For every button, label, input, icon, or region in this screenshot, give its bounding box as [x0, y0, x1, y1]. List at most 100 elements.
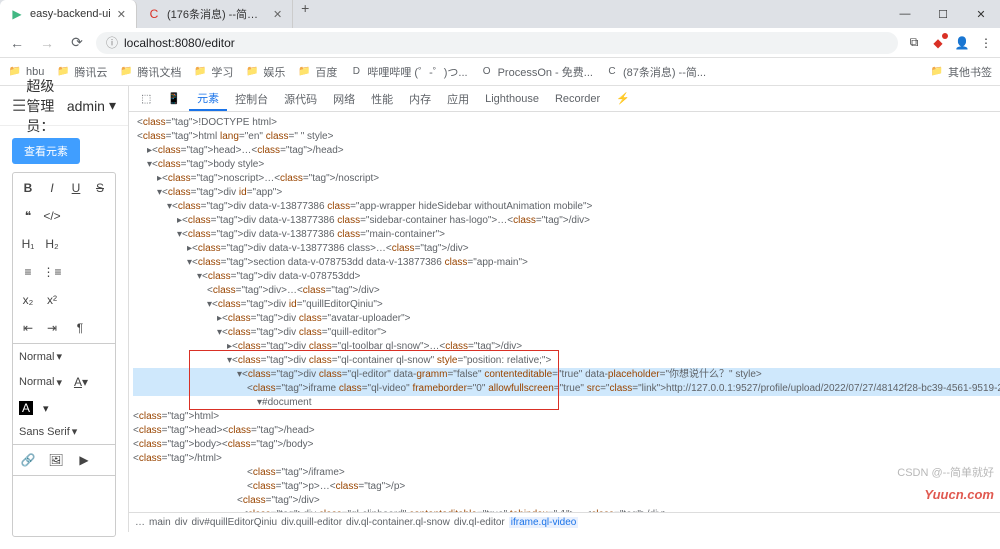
element-node[interactable]: <class="tag">head><class="tag">/head>: [133, 424, 1000, 438]
element-node[interactable]: ▾<class="tag">div class="ql-container ql…: [133, 354, 1000, 368]
tab-close-icon[interactable]: ✕: [273, 8, 282, 21]
sub-button[interactable]: x₂: [19, 291, 37, 309]
element-node[interactable]: <class="tag">html>: [133, 410, 1000, 424]
element-node[interactable]: ▾<class="tag">div data-v-13877386 class=…: [133, 228, 1000, 242]
image-button[interactable]: 🖼: [47, 451, 65, 469]
font-select[interactable]: Sans Serif ▾: [19, 425, 77, 438]
sup-button[interactable]: x²: [43, 291, 61, 309]
element-node[interactable]: ▾<class="tag">div class="ql-editor" data…: [133, 368, 1000, 382]
bookmark-item[interactable]: 📁学习: [193, 64, 233, 80]
element-node[interactable]: ▸<class="tag">div class="ql-toolbar ql-s…: [133, 340, 1000, 354]
element-node[interactable]: ▾<class="tag">div class="quill-editor">: [133, 326, 1000, 340]
close-button[interactable]: ✕: [962, 0, 1000, 28]
bookmark-item[interactable]: D哔哩哔哩 (゜-゜)つ...: [349, 64, 467, 80]
menu-icon[interactable]: ⋮: [978, 35, 994, 51]
element-node[interactable]: <class="tag">body><class="tag">/body>: [133, 438, 1000, 452]
element-node[interactable]: ▾<class="tag">div data-v-13877386 class=…: [133, 200, 1000, 214]
element-node[interactable]: ▾#document: [133, 396, 1000, 410]
devtools-tab[interactable]: 元素: [189, 86, 227, 111]
element-node[interactable]: <class="tag">/iframe>: [133, 466, 1000, 480]
crumb-item[interactable]: …: [135, 517, 145, 528]
ext-icon-1[interactable]: ⧉: [906, 35, 922, 51]
element-node[interactable]: ▾<class="tag">div id="app">: [133, 186, 1000, 200]
browser-tab[interactable]: ▶easy-backend-ui✕: [0, 0, 137, 28]
back-button[interactable]: ←: [6, 32, 28, 54]
crumb-item[interactable]: div: [175, 517, 188, 528]
bookmark-item[interactable]: 📁腾讯文档: [119, 64, 181, 80]
new-tab-button[interactable]: +: [293, 0, 317, 28]
inspect-icon[interactable]: ⬚: [133, 86, 159, 111]
elements-panel[interactable]: <class="tag">!DOCTYPE html><class="tag">…: [129, 112, 1000, 512]
h1-button[interactable]: H₁: [19, 235, 37, 253]
devtools-tab[interactable]: 控制台: [227, 86, 276, 111]
bookmark-item[interactable]: 📁其他书签: [930, 64, 992, 80]
browser-tab[interactable]: C(176条消息) --简单就好的博客..✕: [137, 0, 293, 28]
underline-button[interactable]: U: [67, 179, 85, 197]
forward-button[interactable]: →: [36, 32, 58, 54]
crumb-item[interactable]: div#quillEditorQiniu: [191, 517, 277, 528]
crumb-item[interactable]: div.ql-editor: [454, 517, 505, 528]
element-node[interactable]: <class="tag">div>…<class="tag">/div>: [133, 284, 1000, 298]
devtools-tab[interactable]: Lighthouse: [477, 86, 547, 111]
bookmark-item[interactable]: C(87条消息) --简...: [605, 64, 706, 80]
direction-button[interactable]: ¶: [71, 319, 89, 337]
indent-out-button[interactable]: ⇤: [19, 319, 37, 337]
crumb-item[interactable]: div.quill-editor: [281, 517, 342, 528]
element-node[interactable]: ▸<class="tag">noscript>…<class="tag">/no…: [133, 172, 1000, 186]
video-button[interactable]: ▶: [75, 451, 93, 469]
ext-icon-3[interactable]: 👤: [954, 35, 970, 51]
maximize-button[interactable]: ☐: [924, 0, 962, 28]
element-node[interactable]: ▾<class="tag">section data-v-078753dd da…: [133, 256, 1000, 270]
bookmark-item[interactable]: OProcessOn - 免费...: [480, 64, 593, 80]
indent-in-button[interactable]: ⇥: [43, 319, 61, 337]
url-input[interactable]: ⓘ localhost:8080/editor: [96, 32, 898, 54]
italic-button[interactable]: I: [43, 179, 61, 197]
breadcrumb[interactable]: … main div div#quillEditorQiniu div.quil…: [129, 512, 1000, 532]
element-node[interactable]: <class="tag">iframe class="ql-video" fra…: [133, 382, 1000, 396]
devtools-tab[interactable]: 应用: [439, 86, 477, 111]
devtools-tab[interactable]: 源代码: [276, 86, 325, 111]
element-node[interactable]: ▾<class="tag">div id="quillEditorQiniu">: [133, 298, 1000, 312]
view-source-button[interactable]: 查看元素: [12, 138, 80, 164]
bookmark-item[interactable]: 📁娱乐: [245, 64, 285, 80]
element-node[interactable]: ▾<class="tag">body style>: [133, 158, 1000, 172]
element-node[interactable]: ▸<class="tag">div class="avatar-uploader…: [133, 312, 1000, 326]
code-button[interactable]: </>: [43, 207, 61, 225]
element-node[interactable]: ▸<class="tag">head>…<class="tag">/head>: [133, 144, 1000, 158]
crumb-item[interactable]: div.ql-container.ql-snow: [346, 517, 450, 528]
devtools-tab[interactable]: 网络: [325, 86, 363, 111]
devtools-tab[interactable]: 性能: [363, 86, 401, 111]
element-node[interactable]: ▸<class="tag">div data-v-13877386 class=…: [133, 214, 1000, 228]
element-node[interactable]: <class="tag">!DOCTYPE html>: [133, 116, 1000, 130]
reload-button[interactable]: ⟳: [66, 32, 88, 54]
color-button[interactable]: A▾: [72, 373, 90, 391]
list-ordered-button[interactable]: ≡: [19, 263, 37, 281]
crumb-item[interactable]: main: [149, 517, 171, 528]
editor-content[interactable]: [13, 476, 115, 536]
element-node[interactable]: <class="tag">p>…<class="tag">/p>: [133, 480, 1000, 494]
ext-icon-2[interactable]: ◆: [930, 35, 946, 51]
element-node[interactable]: ▸<class="tag">div data-v-13877386 class>…: [133, 242, 1000, 256]
devtools-tab[interactable]: 内存: [401, 86, 439, 111]
devtools-tab[interactable]: Recorder: [547, 86, 608, 111]
crumb-item[interactable]: iframe.ql-video: [509, 517, 579, 528]
bg-button[interactable]: A: [19, 401, 33, 415]
size-select[interactable]: Normal ▾: [19, 350, 62, 363]
element-node[interactable]: <class="tag">/div>: [133, 494, 1000, 508]
recorder-icon[interactable]: ⚡: [608, 86, 638, 111]
h2-button[interactable]: H₂: [43, 235, 61, 253]
header-select[interactable]: Normal ▾: [19, 376, 62, 389]
minimize-button[interactable]: —: [886, 0, 924, 28]
device-icon[interactable]: 📱: [159, 86, 189, 111]
strike-button[interactable]: S: [91, 179, 109, 197]
link-button[interactable]: 🔗: [19, 451, 37, 469]
quote-button[interactable]: ❝: [19, 207, 37, 225]
element-node[interactable]: ▸<class="tag">div class="ql-clipboard" c…: [133, 508, 1000, 512]
element-node[interactable]: <class="tag">html lang="en" class=" " st…: [133, 130, 1000, 144]
bookmark-item[interactable]: 📁百度: [297, 64, 337, 80]
hamburger-icon[interactable]: ☰: [12, 96, 26, 116]
tab-close-icon[interactable]: ✕: [117, 8, 126, 21]
element-node[interactable]: ▾<class="tag">div data-v-078753dd>: [133, 270, 1000, 284]
element-node[interactable]: <class="tag">/html>: [133, 452, 1000, 466]
list-bullet-button[interactable]: ⋮≡: [43, 263, 61, 281]
